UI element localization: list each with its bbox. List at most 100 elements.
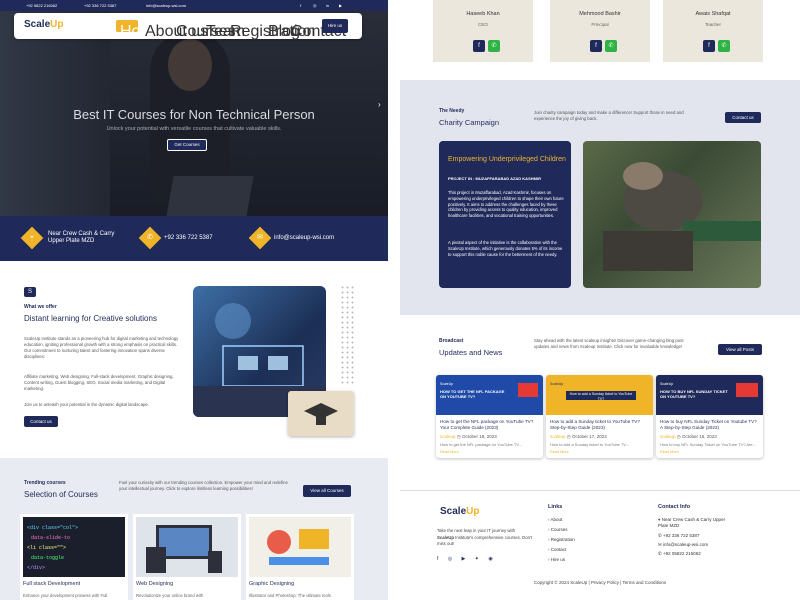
read-more-link[interactable]: Read More <box>550 450 569 454</box>
view-all-posts-button[interactable]: View all Posts <box>718 344 762 355</box>
footer-email[interactable]: ✉ info@scaleup-wsi.com <box>658 542 708 548</box>
terms-link[interactable]: Terms and Conditions <box>623 580 667 585</box>
course-title[interactable]: Graphic Designing <box>249 581 294 587</box>
about-paragraph-1: ScaleUp Institute stands as a pioneering… <box>24 336 179 359</box>
team-role: Teacher <box>704 22 721 27</box>
footer-link-courses[interactable]: › Courses <box>548 527 568 532</box>
blog-post-card[interactable]: ScaleUp How to add a Sunday ticket to Yo… <box>546 375 653 458</box>
topbar-email[interactable]: info@scaleup-wsi.com <box>146 3 186 8</box>
course-card[interactable]: <div class="col"> data-slide-to <li class=… <box>20 514 128 600</box>
info-bar: ⌖ Near Crew Cash & Carry Upper Plate MZD … <box>0 216 388 261</box>
linkedin-icon[interactable]: in <box>326 3 329 8</box>
get-courses-button[interactable]: Get Courses <box>167 139 207 151</box>
course-title[interactable]: Web Designing <box>136 581 173 587</box>
about-contact-button[interactable]: Contact us <box>24 416 58 427</box>
course-desc: Illustrator and Photoshop: The ultimate … <box>249 593 331 598</box>
facebook-icon[interactable]: f <box>473 40 485 52</box>
charity-title: Charity Campaign <box>439 118 500 127</box>
facebook-icon[interactable]: f <box>590 40 602 52</box>
info-phone[interactable]: +92 336 722 5387 <box>164 235 213 242</box>
topbar-phone1[interactable]: +92 5822 216062 <box>26 3 57 8</box>
team-card: Mehmood Bashir Principal f ✆ <box>550 0 650 62</box>
blog-post-excerpt: How to buy NFL Sunday Ticket on YouTube … <box>660 442 756 447</box>
blog-title: Updates and News <box>439 348 503 357</box>
charity-project-location: PROJECT IN : MUZAFFARABAD AZAD KASHMIR <box>448 176 541 181</box>
read-more-link[interactable]: Read More <box>660 450 679 454</box>
privacy-link[interactable]: Privacy Policy <box>591 580 619 585</box>
course-image <box>136 517 238 577</box>
about-paragraph-2: Affiliate marketing, Web designing, Full… <box>24 374 174 391</box>
about-paragraph-3: Join us to unleash your potential in the… <box>24 402 149 407</box>
team-name: Mehmood Bashir <box>579 11 621 17</box>
footer-phone1[interactable]: ✆ +92 336 722 5387 <box>658 533 699 539</box>
view-all-courses-button[interactable]: View all Courses <box>303 485 351 497</box>
mail-icon: ✉ <box>248 226 272 250</box>
charity-photo <box>583 141 761 288</box>
svg-text:data-toggle: data-toggle <box>31 555 64 561</box>
blog-post-image: ScaleUp How to add a Sunday ticket to Yo… <box>546 375 653 415</box>
footer-address: ⌖ Near Crew Cash & Carry Upper Plate MZD <box>658 517 726 528</box>
team-role: Principal <box>591 22 609 27</box>
hire-us-button[interactable]: Hire us <box>322 19 348 33</box>
svg-text:</div>: </div> <box>27 565 45 571</box>
charity-card-title: Empowering Underprivileged Children <box>448 156 566 163</box>
facebook-icon[interactable]: f <box>300 3 301 8</box>
team-section: Haseeb Khan CEO f ✆ Mehmood Bashir Princ… <box>400 0 800 80</box>
course-image: <div class="col"> data-slide-to <li class=… <box>23 517 125 577</box>
footer-text-2: ScaleUp Institute's comprehensive course… <box>437 535 533 546</box>
team-name: Haseeb Khan <box>466 11 500 17</box>
brand-logo[interactable]: ScaleUp <box>24 19 63 30</box>
svg-text:<div class="col">: <div class="col"> <box>27 525 78 531</box>
carousel-next-icon[interactable]: › <box>378 100 381 109</box>
topbar-phone2[interactable]: +92 336 722 5387 <box>84 3 116 8</box>
svg-text:data-slide-to: data-slide-to <box>31 535 70 541</box>
courses-title: Selection of Courses <box>24 490 98 499</box>
charity-contact-button[interactable]: Contact us <box>725 112 761 123</box>
course-title[interactable]: Full stack Development <box>23 581 80 587</box>
blog-post-image-text: How to add a Sunday ticket to YouTube TV… <box>569 392 633 401</box>
footer-logo[interactable]: ScaleUp <box>440 506 479 517</box>
blog-post-card[interactable]: ScaleUp HOW TO BUY NFL SUNDAY TICKET ON … <box>656 375 763 458</box>
whatsapp-icon[interactable]: ✆ <box>718 40 730 52</box>
course-image <box>249 517 351 577</box>
footer-link-registration[interactable]: › Registration <box>548 537 575 542</box>
info-email[interactable]: info@scaleup-wsi.com <box>274 235 334 242</box>
blog-post-meta: scaleup ◷ October 17, 2023 <box>550 434 607 439</box>
instagram-icon[interactable]: ◎ <box>313 3 317 8</box>
team-card: Awais Shafqat Teacher f ✆ <box>663 0 763 62</box>
footer-phone2[interactable]: ✆ +92 05822 216062 <box>658 551 701 557</box>
top-bar: +92 5822 216062 +92 336 722 5387 info@sc… <box>0 0 388 11</box>
info-address-line2: Upper Plate MZD <box>48 238 95 244</box>
svg-text:ScaleUp: ScaleUp <box>660 382 673 386</box>
blog-post-card[interactable]: ScaleUp HOW TO GET THE NFL PACKAGE ON YO… <box>436 375 543 458</box>
graduation-cap-image <box>288 391 354 436</box>
course-card[interactable]: Graphic Designing Illustrator and Photos… <box>246 514 354 600</box>
footer-social-icons[interactable]: f ◎ ▶ ✦ ◉ <box>437 556 497 562</box>
blog-post-excerpt: How to get the NFL package on YouTube TV… <box>440 442 522 447</box>
footer-link-contact[interactable]: › Contact <box>548 547 566 552</box>
blog-post-title[interactable]: How to buy NFL Sunday Ticket on Youtube … <box>660 419 760 431</box>
charity-paragraph-2: A pivotal aspect of the initiative is th… <box>448 240 563 257</box>
youtube-icon[interactable]: ▶ <box>339 3 342 8</box>
blog-post-excerpt: How to add a Sunday ticket to YouTube TV… <box>550 442 630 447</box>
hero-title: Best IT Courses for Non Technical Person <box>73 107 315 122</box>
blog-post-title[interactable]: How to add a Sunday ticket to YouTube TV… <box>550 419 650 431</box>
course-card[interactable]: Web Designing Revolutionize your online … <box>133 514 241 600</box>
blog-post-title[interactable]: How to get the NFL package on YouTube TV… <box>440 419 540 431</box>
blog-description: Stay ahead with the latest scaleup insig… <box>534 338 684 349</box>
facebook-icon[interactable]: f <box>703 40 715 52</box>
whatsapp-icon[interactable]: ✆ <box>605 40 617 52</box>
read-more-link[interactable]: Read More <box>440 450 459 454</box>
svg-text:<li class="">: <li class=""> <box>27 545 66 551</box>
main-navbar: ScaleUp Home About us Courses Team Regis… <box>14 13 362 40</box>
footer-link-hire[interactable]: › Hire us <box>548 557 565 562</box>
info-address-line1: Near Crew Cash & Carry <box>48 231 115 237</box>
blog-post-image: ScaleUp HOW TO BUY NFL SUNDAY TICKET ON … <box>656 375 763 415</box>
footer-link-about[interactable]: › About <box>548 517 562 522</box>
whatsapp-icon[interactable]: ✆ <box>488 40 500 52</box>
blog-post-meta: scaleup ◷ October 18, 2023 <box>440 434 497 439</box>
blog-kicker: Broadcast <box>439 338 464 344</box>
location-icon: ⌖ <box>20 226 44 250</box>
blog-post-image-text: HOW TO GET THE NFL PACKAGE ON YOUTUBE TV… <box>440 389 505 399</box>
team-name: Awais Shafqat <box>695 11 731 17</box>
